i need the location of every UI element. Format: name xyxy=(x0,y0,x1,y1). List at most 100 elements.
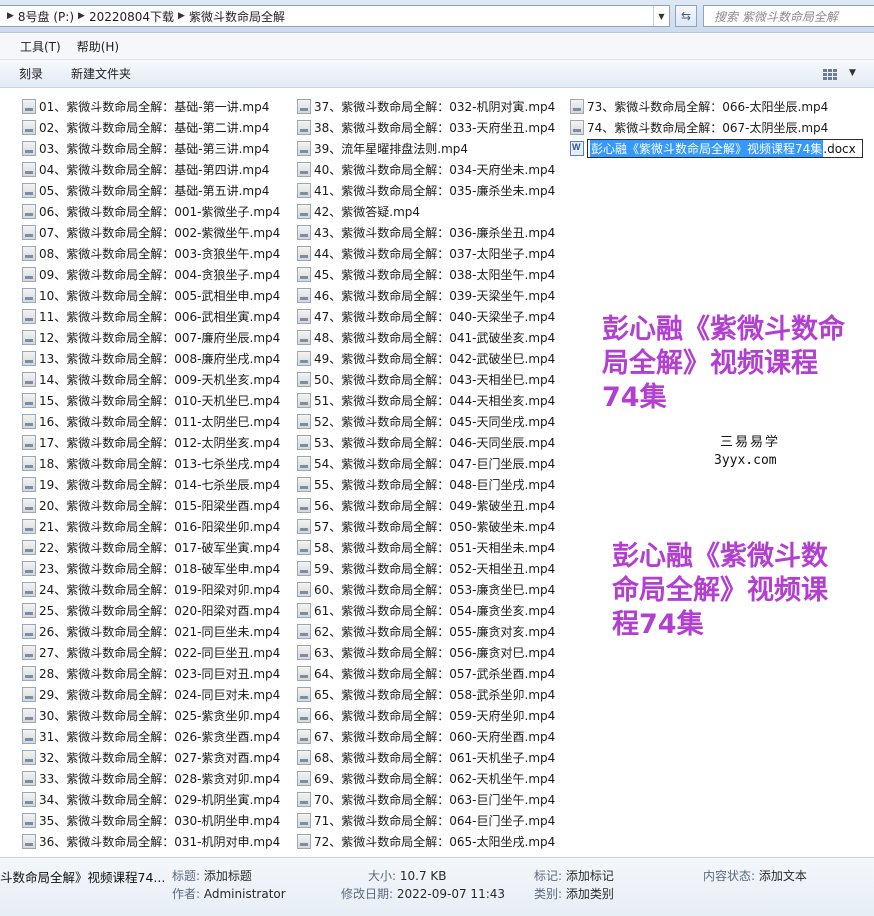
file-item[interactable]: 09、紫微斗数命局全解：004-贪狼坐子.mp4 xyxy=(22,264,280,285)
file-item[interactable]: 54、紫微斗数命局全解：047-巨门坐辰.mp4 xyxy=(297,453,555,474)
chevron-right-icon[interactable]: ▶ xyxy=(74,11,89,21)
file-item[interactable]: 49、紫微斗数命局全解：042-武破坐巳.mp4 xyxy=(297,348,555,369)
file-item[interactable]: 24、紫微斗数命局全解：019-阳梁对卯.mp4 xyxy=(22,579,280,600)
video-file-icon xyxy=(22,204,36,219)
burn-button[interactable]: 刻录 xyxy=(19,65,43,82)
address-bar[interactable]: ▶ 8号盘 (P:) ▶ 20220804下载 ▶ 紫微斗数命局全解 ▼ xyxy=(0,5,670,27)
view-dropdown-icon[interactable]: ▼ xyxy=(849,68,856,78)
menu-tools[interactable]: 工具(T) xyxy=(16,38,65,55)
author-value[interactable]: Administrator xyxy=(204,887,286,901)
file-item[interactable]: 73、紫微斗数命局全解：066-太阳坐辰.mp4 xyxy=(570,96,863,117)
file-item[interactable]: 28、紫微斗数命局全解：023-同巨对丑.mp4 xyxy=(22,663,280,684)
file-item[interactable]: 19、紫微斗数命局全解：014-七杀坐辰.mp4 xyxy=(22,474,280,495)
file-item[interactable]: 42、紫微答疑.mp4 xyxy=(297,201,555,222)
file-item[interactable]: 57、紫微斗数命局全解：050-紫破坐未.mp4 xyxy=(297,516,555,537)
file-item[interactable]: 67、紫微斗数命局全解：060-天府坐酉.mp4 xyxy=(297,726,555,747)
file-item[interactable]: 41、紫微斗数命局全解：035-廉杀坐未.mp4 xyxy=(297,180,555,201)
file-item-renaming[interactable]: 彭心融《紫微斗数命局全解》视频课程74集.docx xyxy=(570,138,863,159)
file-item[interactable]: 63、紫微斗数命局全解：056-廉贪对巳.mp4 xyxy=(297,642,555,663)
file-item[interactable]: 03、紫微斗数命局全解：基础-第三讲.mp4 xyxy=(22,138,280,159)
file-item[interactable]: 64、紫微斗数命局全解：057-武杀坐酉.mp4 xyxy=(297,663,555,684)
file-item[interactable]: 16、紫微斗数命局全解：011-太阴坐巳.mp4 xyxy=(22,411,280,432)
file-item[interactable]: 61、紫微斗数命局全解：054-廉贪坐亥.mp4 xyxy=(297,600,555,621)
file-item[interactable]: 35、紫微斗数命局全解：030-机阴坐申.mp4 xyxy=(22,810,280,831)
file-item[interactable]: 65、紫微斗数命局全解：058-武杀坐卯.mp4 xyxy=(297,684,555,705)
file-item[interactable]: 20、紫微斗数命局全解：015-阳梁坐酉.mp4 xyxy=(22,495,280,516)
video-file-icon xyxy=(22,477,36,492)
file-item[interactable]: 15、紫微斗数命局全解：010-天机坐巳.mp4 xyxy=(22,390,280,411)
file-item[interactable]: 25、紫微斗数命局全解：020-阳梁对酉.mp4 xyxy=(22,600,280,621)
search-input[interactable]: 搜索 紫微斗数命局全解 xyxy=(703,5,874,27)
file-item[interactable]: 72、紫微斗数命局全解：065-太阳坐戌.mp4 xyxy=(297,831,555,852)
file-item[interactable]: 59、紫微斗数命局全解：052-天相坐丑.mp4 xyxy=(297,558,555,579)
file-item[interactable]: 40、紫微斗数命局全解：034-天府坐未.mp4 xyxy=(297,159,555,180)
file-item[interactable]: 46、紫微斗数命局全解：039-天梁坐午.mp4 xyxy=(297,285,555,306)
address-dropdown-icon[interactable]: ▼ xyxy=(653,6,669,26)
file-item[interactable]: 05、紫微斗数命局全解：基础-第五讲.mp4 xyxy=(22,180,280,201)
file-item[interactable]: 04、紫微斗数命局全解：基础-第四讲.mp4 xyxy=(22,159,280,180)
file-item[interactable]: 12、紫微斗数命局全解：007-廉府坐辰.mp4 xyxy=(22,327,280,348)
file-item[interactable]: 07、紫微斗数命局全解：002-紫微坐午.mp4 xyxy=(22,222,280,243)
refresh-button[interactable]: ⇆ xyxy=(675,5,697,27)
file-item[interactable]: 36、紫微斗数命局全解：031-机阴对申.mp4 xyxy=(22,831,280,852)
file-item[interactable]: 38、紫微斗数命局全解：033-天府坐丑.mp4 xyxy=(297,117,555,138)
file-item[interactable]: 50、紫微斗数命局全解：043-天相坐巳.mp4 xyxy=(297,369,555,390)
file-item[interactable]: 44、紫微斗数命局全解：037-太阳坐子.mp4 xyxy=(297,243,555,264)
file-item[interactable]: 02、紫微斗数命局全解：基础-第二讲.mp4 xyxy=(22,117,280,138)
file-item[interactable]: 26、紫微斗数命局全解：021-同巨坐未.mp4 xyxy=(22,621,280,642)
new-folder-button[interactable]: 新建文件夹 xyxy=(71,65,131,82)
tags-value[interactable]: 添加标记 xyxy=(566,869,614,883)
modified-value[interactable]: 2022-09-07 11:43 xyxy=(397,887,505,901)
menu-help[interactable]: 帮助(H) xyxy=(73,38,123,55)
breadcrumb-folder-download[interactable]: 20220804下载 xyxy=(89,8,174,25)
file-name: 16、紫微斗数命局全解：011-太阴坐巳.mp4 xyxy=(39,415,281,429)
file-item[interactable]: 21、紫微斗数命局全解：016-阳梁坐卯.mp4 xyxy=(22,516,280,537)
file-item[interactable]: 55、紫微斗数命局全解：048-巨门坐戌.mp4 xyxy=(297,474,555,495)
file-item[interactable]: 45、紫微斗数命局全解：038-太阳坐午.mp4 xyxy=(297,264,555,285)
file-item[interactable]: 01、紫微斗数命局全解：基础-第一讲.mp4 xyxy=(22,96,280,117)
file-item[interactable]: 29、紫微斗数命局全解：024-同巨对未.mp4 xyxy=(22,684,280,705)
file-item[interactable]: 11、紫微斗数命局全解：006-武相坐寅.mp4 xyxy=(22,306,280,327)
file-item[interactable]: 17、紫微斗数命局全解：012-太阴坐亥.mp4 xyxy=(22,432,280,453)
file-item[interactable]: 30、紫微斗数命局全解：025-紫贪坐卯.mp4 xyxy=(22,705,280,726)
file-item[interactable]: 08、紫微斗数命局全解：003-贪狼坐午.mp4 xyxy=(22,243,280,264)
file-item[interactable]: 62、紫微斗数命局全解：055-廉贪对亥.mp4 xyxy=(297,621,555,642)
file-item[interactable]: 70、紫微斗数命局全解：063-巨门坐午.mp4 xyxy=(297,789,555,810)
file-item[interactable]: 37、紫微斗数命局全解：032-机阴对寅.mp4 xyxy=(297,96,555,117)
content-status-value[interactable]: 添加文本 xyxy=(759,869,807,883)
file-item[interactable]: 27、紫微斗数命局全解：022-同巨坐丑.mp4 xyxy=(22,642,280,663)
rename-input[interactable]: 彭心融《紫微斗数命局全解》视频课程74集 .docx xyxy=(587,139,863,158)
file-item[interactable]: 47、紫微斗数命局全解：040-天梁坐子.mp4 xyxy=(297,306,555,327)
file-item[interactable]: 43、紫微斗数命局全解：036-廉杀坐丑.mp4 xyxy=(297,222,555,243)
file-item[interactable]: 10、紫微斗数命局全解：005-武相坐申.mp4 xyxy=(22,285,280,306)
file-item[interactable]: 60、紫微斗数命局全解：053-廉贪坐巳.mp4 xyxy=(297,579,555,600)
file-item[interactable]: 58、紫微斗数命局全解：051-天相坐未.mp4 xyxy=(297,537,555,558)
file-item[interactable]: 33、紫微斗数命局全解：028-紫贪对卯.mp4 xyxy=(22,768,280,789)
chevron-right-icon[interactable]: ▶ xyxy=(174,11,189,21)
file-item[interactable]: 66、紫微斗数命局全解：059-天府坐卯.mp4 xyxy=(297,705,555,726)
file-item[interactable]: 34、紫微斗数命局全解：029-机阴坐寅.mp4 xyxy=(22,789,280,810)
title-value[interactable]: 添加标题 xyxy=(204,869,252,883)
file-item[interactable]: 53、紫微斗数命局全解：046-天同坐辰.mp4 xyxy=(297,432,555,453)
file-item[interactable]: 06、紫微斗数命局全解：001-紫微坐子.mp4 xyxy=(22,201,280,222)
file-item[interactable]: 14、紫微斗数命局全解：009-天机坐亥.mp4 xyxy=(22,369,280,390)
file-item[interactable]: 51、紫微斗数命局全解：044-天相坐亥.mp4 xyxy=(297,390,555,411)
file-item[interactable]: 32、紫微斗数命局全解：027-紫贪对酉.mp4 xyxy=(22,747,280,768)
file-item[interactable]: 39、流年星曜排盘法则.mp4 xyxy=(297,138,555,159)
breadcrumb-folder-current[interactable]: 紫微斗数命局全解 xyxy=(189,8,285,25)
file-item[interactable]: 23、紫微斗数命局全解：018-破军坐申.mp4 xyxy=(22,558,280,579)
file-item[interactable]: 31、紫微斗数命局全解：026-紫贪坐酉.mp4 xyxy=(22,726,280,747)
breadcrumb-drive[interactable]: 8号盘 (P:) xyxy=(18,8,74,25)
file-item[interactable]: 48、紫微斗数命局全解：041-武破坐亥.mp4 xyxy=(297,327,555,348)
file-item[interactable]: 13、紫微斗数命局全解：008-廉府坐戌.mp4 xyxy=(22,348,280,369)
file-item[interactable]: 52、紫微斗数命局全解：045-天同坐戌.mp4 xyxy=(297,411,555,432)
file-item[interactable]: 56、紫微斗数命局全解：049-紫破坐丑.mp4 xyxy=(297,495,555,516)
file-item[interactable]: 18、紫微斗数命局全解：013-七杀坐戌.mp4 xyxy=(22,453,280,474)
file-item[interactable]: 74、紫微斗数命局全解：067-太阴坐辰.mp4 xyxy=(570,117,863,138)
file-item[interactable]: 68、紫微斗数命局全解：061-天机坐子.mp4 xyxy=(297,747,555,768)
file-item[interactable]: 69、紫微斗数命局全解：062-天机坐午.mp4 xyxy=(297,768,555,789)
category-value[interactable]: 添加类别 xyxy=(566,887,614,901)
file-item[interactable]: 22、紫微斗数命局全解：017-破军坐寅.mp4 xyxy=(22,537,280,558)
file-item[interactable]: 71、紫微斗数命局全解：064-巨门坐子.mp4 xyxy=(297,810,555,831)
view-options-icon[interactable] xyxy=(823,67,839,81)
